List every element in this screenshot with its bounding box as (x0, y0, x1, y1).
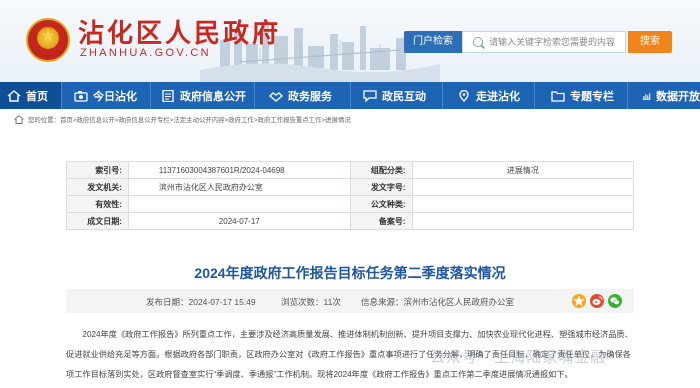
source-watermark: 公众号 · 上海陆家嘴金融 (430, 349, 607, 366)
article-title: 2024年度政府工作报告目标任务第二季度落实情况 (194, 265, 506, 281)
info-source: 信息来源：滨州市沾化区人民政府办公室 (361, 297, 515, 307)
nav-label: 专题专栏 (570, 90, 614, 103)
issuer-value: 滨州市沾化区人民政府办公室 (127, 178, 351, 196)
document-info-table: 索引号: 11371603004387601R/2024-04698 组配分类:… (66, 161, 635, 230)
breadcrumb-home-icon (14, 114, 24, 124)
nav-item-open-data[interactable]: 数据开放 (628, 82, 700, 109)
search-button[interactable]: 搜索 (628, 31, 672, 53)
format-label: 公文种类: (349, 195, 413, 213)
site-domain: ZHANHUA.GOV.CN (80, 47, 211, 59)
location-icon (459, 89, 469, 102)
search-box[interactable] (462, 31, 626, 53)
nav-item-today[interactable]: 今日沾化 (62, 82, 151, 109)
index-value: 11371603004387601R/2024-04698 (127, 161, 351, 179)
chart-icon (642, 92, 651, 100)
date-label: 成文日期: (66, 212, 129, 230)
nav-item-home[interactable]: 首页 (0, 82, 62, 109)
nav-label: 数据开放 (656, 90, 700, 103)
issuer-label: 发文机关: (66, 178, 129, 196)
view-count: 浏览次数：11次 (281, 297, 341, 307)
index-label: 索引号: (66, 161, 129, 179)
nav-label: 首页 (26, 90, 48, 103)
publish-date: 发布日期：2024-07-17 15:49 (146, 297, 256, 307)
nav-label: 今日沾化 (93, 90, 137, 103)
handshake-icon (269, 91, 283, 102)
record-value (411, 212, 635, 230)
nav-item-services[interactable]: 政务服务 (255, 82, 351, 109)
doc-number-value (411, 178, 635, 196)
site-title[interactable]: 沾化区人民政府 (78, 13, 281, 50)
article-meta-bar: 发布日期：2024-07-17 15:49 浏览次数：11次 信息来源：滨州市沾… (66, 289, 634, 313)
wechat-share-icon[interactable] (608, 294, 622, 308)
nav-label: 政民互动 (382, 90, 426, 103)
format-value (411, 195, 635, 213)
favorite-star-icon[interactable] (572, 294, 586, 308)
validity-value (127, 195, 351, 213)
site-header: ★ 沾化区人民政府 ZHANHUA.GOV.CN 门户检索 搜索 (0, 0, 700, 82)
validity-label: 有效性: (66, 195, 129, 213)
portal-search-button[interactable]: 门户检索 (404, 31, 462, 53)
nav-label: 走进沾化 (476, 90, 520, 103)
chat-icon (363, 89, 377, 102)
nav-item-info-disclosure[interactable]: 政府信息公开 (151, 82, 255, 109)
national-emblem-icon[interactable]: ★ (26, 18, 70, 62)
camera-icon (74, 90, 88, 102)
nav-item-topics[interactable]: 专题专栏 (535, 82, 628, 109)
category-value: 进展情况 (411, 161, 635, 179)
main-nav: 首页 今日沾化 政府信息公开 政务服务 政民互动 走进沾化 专题专栏 数据开放 (0, 82, 700, 109)
category-label: 组配分类: (349, 161, 413, 179)
folder-icon (551, 90, 565, 102)
doc-number-label: 发文字号: (349, 178, 413, 196)
nav-label: 政务服务 (288, 90, 332, 103)
breadcrumb: 您的位置：首页>政府信息公开>政府信息公开专栏>法定主动公开内容>政府工作>政府… (0, 109, 700, 129)
home-icon (7, 89, 21, 102)
nav-item-about[interactable]: 走进沾化 (443, 82, 535, 109)
document-icon (162, 89, 174, 102)
search-input[interactable] (489, 32, 623, 52)
nav-label: 政府信息公开 (180, 90, 246, 103)
date-value: 2024-07-17 (127, 212, 351, 230)
breadcrumb-trail[interactable]: 您的位置：首页>政府信息公开>政府信息公开专栏>法定主动公开内容>政府工作>政府… (28, 115, 351, 124)
record-label: 备案号: (349, 212, 413, 230)
nav-item-interaction[interactable]: 政民互动 (351, 82, 443, 109)
search-icon (473, 37, 483, 47)
weibo-share-icon[interactable] (590, 294, 604, 308)
